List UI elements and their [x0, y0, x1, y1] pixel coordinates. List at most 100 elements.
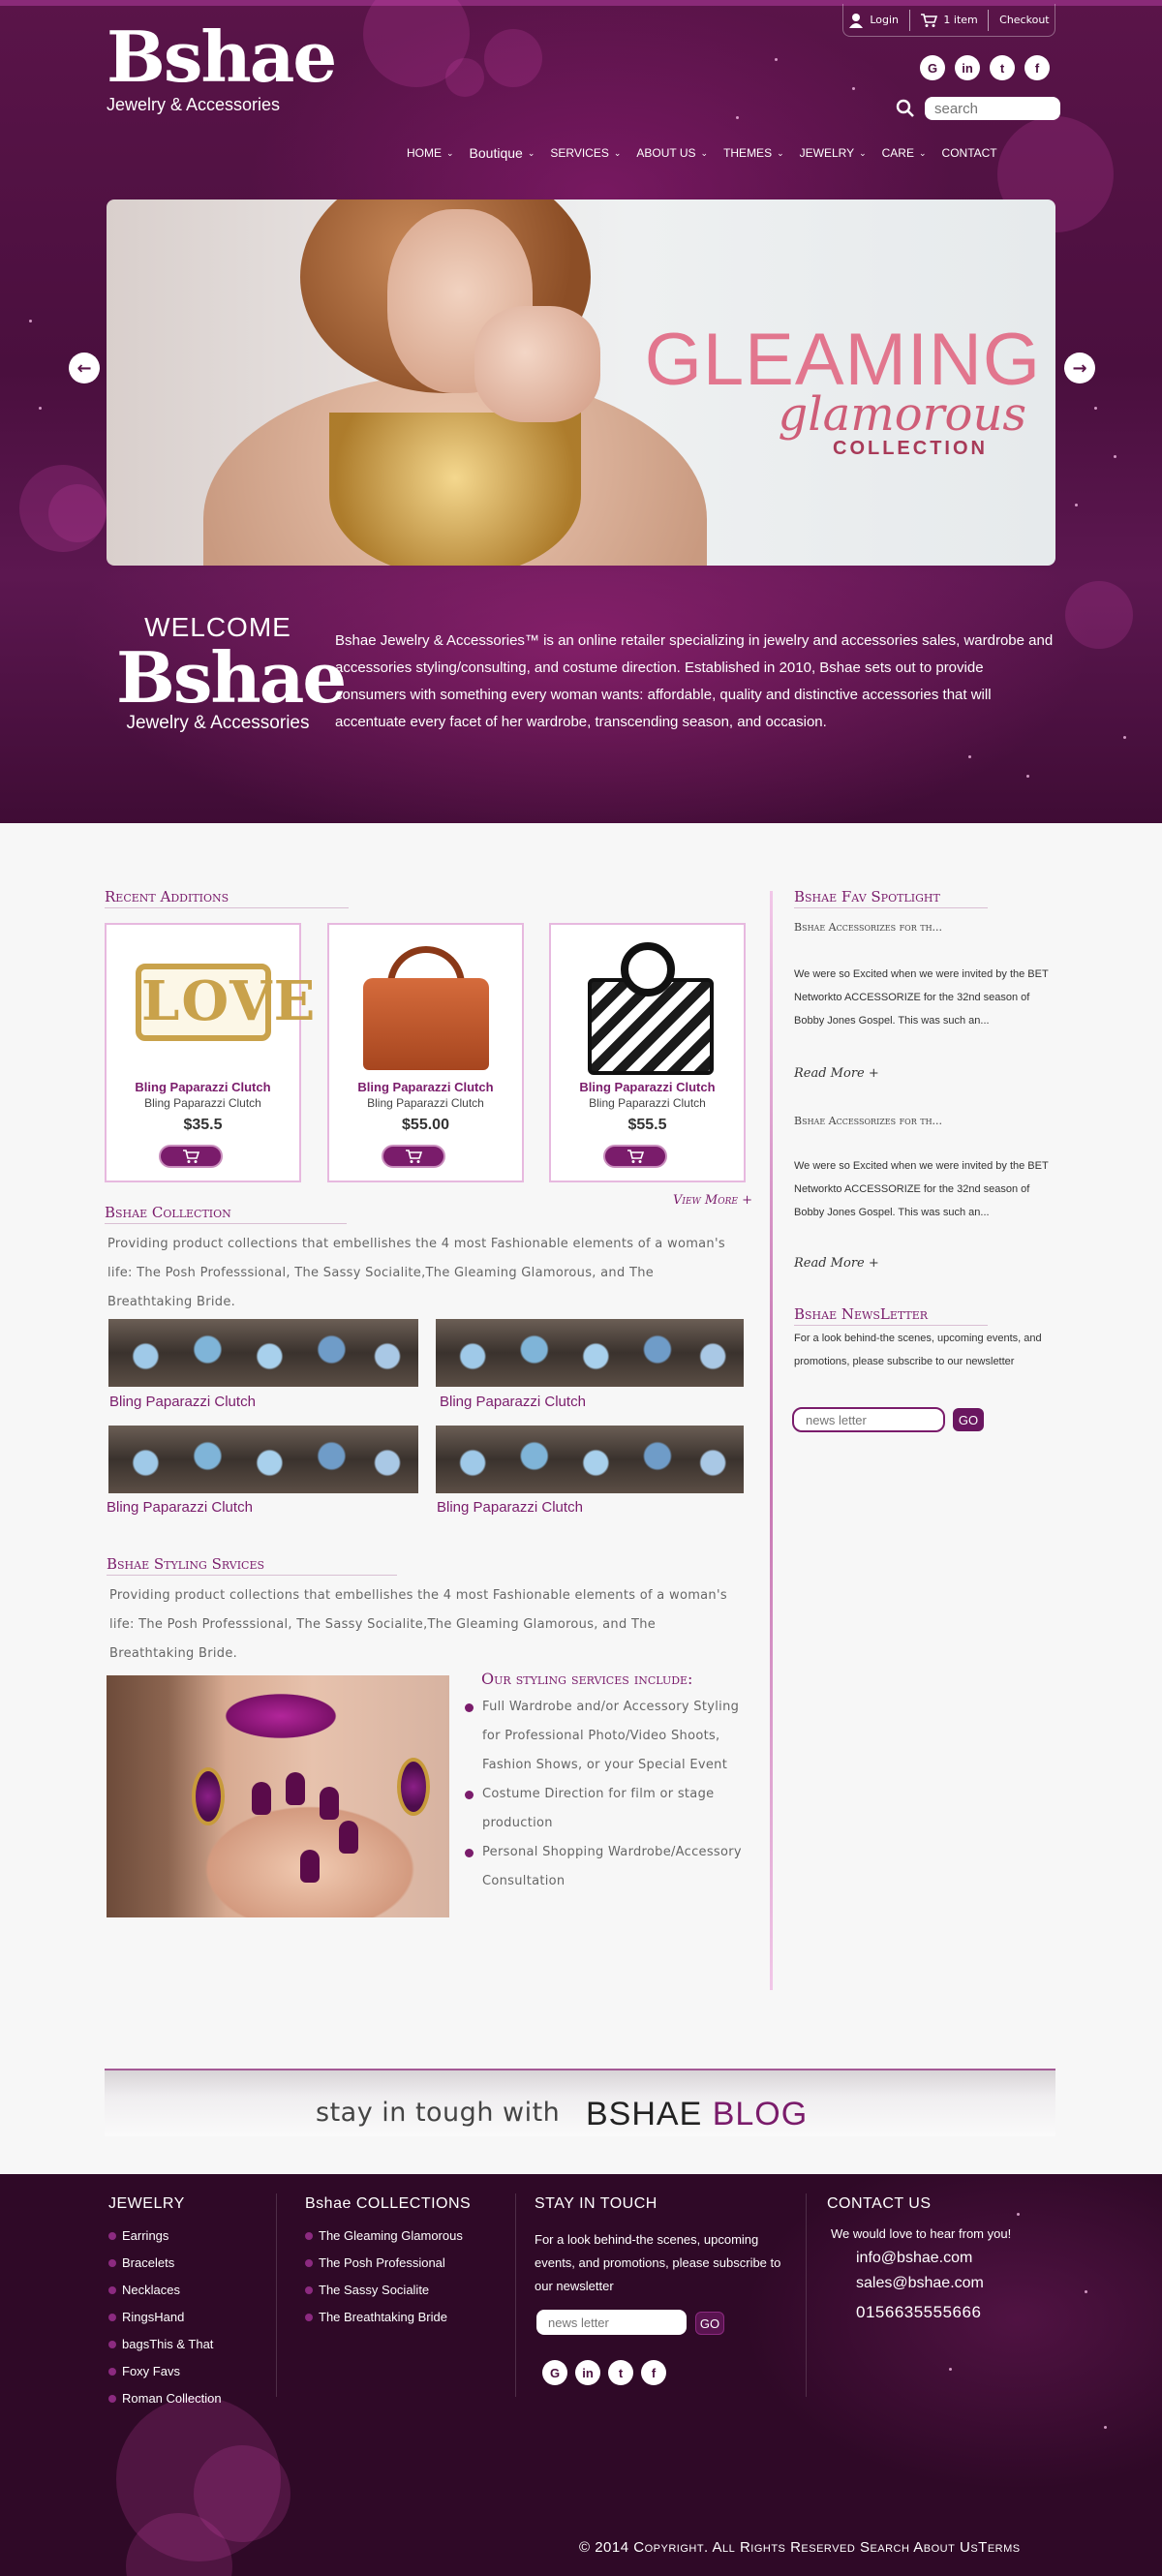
add-to-cart-button[interactable]: [603, 1145, 667, 1168]
recent-additions-title: Recent Additions: [105, 888, 349, 908]
love-cuff-image: LOVE: [136, 964, 315, 1041]
footer-link[interactable]: Necklaces: [108, 2277, 222, 2304]
nav-label: ABOUT US: [636, 146, 696, 160]
footer-divider: [806, 2193, 807, 2397]
product-subtitle: Bling Paparazzi Clutch: [589, 1096, 706, 1110]
nav-contact[interactable]: CONTACT: [942, 145, 997, 161]
collection-caption[interactable]: Bling Paparazzi Clutch: [440, 1394, 586, 1410]
product-card[interactable]: Bling Paparazzi Clutch Bling Paparazzi C…: [549, 923, 746, 1182]
bokeh-decoration: [445, 58, 484, 97]
footer-link[interactable]: The Sassy Socialite: [305, 2277, 471, 2304]
slide-script: glamorous: [778, 387, 1027, 442]
nail-decoration: [300, 1850, 320, 1883]
blog-lead: stay in tough with: [316, 2098, 561, 2128]
footer-link[interactable]: The Breathtaking Bride: [305, 2304, 471, 2331]
nav-home[interactable]: HOME ⌄: [407, 145, 454, 161]
list-item: Personal Shopping Wardrobe/Accessory Con…: [465, 1838, 746, 1896]
sparkle: [1094, 407, 1097, 410]
login-link[interactable]: Login: [848, 13, 899, 28]
footer-go-button[interactable]: GO: [695, 2312, 724, 2335]
spotlight-post-heading[interactable]: Bshae Accessorizes for th...: [794, 921, 942, 934]
product-price: $35.5: [183, 1117, 223, 1133]
blog-brand-name: BSHAE: [586, 2096, 703, 2132]
footer-link[interactable]: RingsHand: [108, 2304, 222, 2331]
slide-subline: COLLECTION: [833, 438, 988, 459]
copyright-text: © 2014 Copyright. All Rights Reserved Se…: [579, 2539, 1021, 2556]
linkedin-icon[interactable]: in: [955, 55, 980, 80]
main-nav: HOME ⌄ Boutique ⌄ SERVICES ⌄ ABOUT US ⌄ THEM…: [407, 145, 997, 161]
footer-link[interactable]: Foxy Favs: [108, 2358, 222, 2385]
collection-image[interactable]: [436, 1426, 744, 1493]
footer-email-link[interactable]: info@bshae.com: [856, 2246, 1079, 2271]
footer-link[interactable]: The Posh Professional: [305, 2250, 471, 2277]
bokeh-decoration: [484, 29, 542, 87]
checkout-link[interactable]: Checkout: [999, 14, 1049, 26]
spotlight-post-heading[interactable]: Bshae Accessorizes for th...: [794, 1115, 942, 1127]
view-more-link[interactable]: View More +: [673, 1193, 752, 1208]
product-price: $55.00: [402, 1117, 449, 1133]
nav-themes[interactable]: THEMES ⌄: [723, 145, 784, 161]
footer-phone: 0156635555666: [856, 2303, 982, 2321]
sparkle: [949, 2368, 952, 2371]
collection-caption[interactable]: Bling Paparazzi Clutch: [109, 1394, 256, 1410]
collection-image[interactable]: [436, 1319, 744, 1387]
read-more-link[interactable]: Read More +: [794, 1256, 879, 1271]
collection-image[interactable]: [108, 1426, 418, 1493]
footer-link[interactable]: Bracelets: [108, 2250, 222, 2277]
newsletter-go-button[interactable]: GO: [953, 1408, 984, 1431]
nav-services[interactable]: SERVICES ⌄: [550, 145, 621, 161]
google-plus-icon[interactable]: G: [920, 55, 945, 80]
footer-link[interactable]: Earrings: [108, 2223, 222, 2250]
footer-divider: [515, 2193, 516, 2397]
collection-caption[interactable]: Bling Paparazzi Clutch: [437, 1499, 583, 1516]
twitter-icon[interactable]: t: [990, 55, 1015, 80]
nav-label: THEMES: [723, 146, 773, 160]
nav-boutique[interactable]: Boutique ⌄: [470, 145, 535, 161]
divider: [988, 9, 990, 31]
footer-link[interactable]: bagsThis & That: [108, 2331, 222, 2358]
product-card[interactable]: LOVE Bling Paparazzi Clutch Bling Papara…: [105, 923, 315, 1182]
product-image: [570, 935, 725, 1075]
product-card[interactable]: Bling Paparazzi Clutch Bling Paparazzi C…: [327, 923, 524, 1182]
blog-banner[interactable]: stay in tough with BSHAE BLOG: [105, 2069, 1055, 2136]
nav-care[interactable]: CARE ⌄: [882, 145, 927, 161]
footer-newsletter-input[interactable]: [536, 2310, 687, 2335]
slider-next-arrow-icon[interactable]: →: [1064, 353, 1095, 383]
collection-image[interactable]: [108, 1319, 418, 1387]
twitter-icon[interactable]: t: [608, 2360, 633, 2385]
facebook-icon[interactable]: f: [1024, 55, 1050, 80]
sparkle: [1075, 504, 1078, 506]
footer: JEWELRY Earrings Bracelets Necklaces Rin…: [0, 2174, 1162, 2576]
footer-link[interactable]: Roman Collection: [108, 2385, 222, 2412]
styling-image: [107, 1675, 449, 1917]
styling-list-title: Our styling services include:: [481, 1670, 693, 1688]
google-plus-icon[interactable]: G: [542, 2360, 567, 2385]
add-to-cart-button[interactable]: [382, 1145, 445, 1168]
collection-caption[interactable]: Bling Paparazzi Clutch: [107, 1499, 253, 1516]
footer-link[interactable]: The Gleaming Glamorous: [305, 2223, 471, 2250]
add-to-cart-button[interactable]: [159, 1145, 223, 1168]
footer-email-link[interactable]: sales@bshae.com: [856, 2271, 1079, 2296]
nail-decoration: [320, 1787, 339, 1820]
spotlight-post-text: We were so Excited when we were invited …: [794, 968, 1049, 1027]
slider-prev-arrow-icon[interactable]: ←: [69, 353, 100, 383]
nav-jewelry[interactable]: JEWELRY ⌄: [800, 145, 867, 161]
newsletter-email-input[interactable]: [792, 1407, 945, 1432]
cart-link[interactable]: 1 item: [920, 13, 978, 28]
facebook-icon[interactable]: f: [641, 2360, 666, 2385]
search-icon[interactable]: [896, 99, 915, 118]
footer-contact-lead: We would love to hear from you!: [831, 2226, 1012, 2241]
read-more-link[interactable]: Read More +: [794, 1066, 879, 1081]
nav-about-us[interactable]: ABOUT US ⌄: [636, 145, 708, 161]
styling-text: Providing product collections that embel…: [109, 1588, 727, 1661]
site-logo[interactable]: Bshae Jewelry & Accessories: [107, 19, 337, 115]
search-input[interactable]: [925, 97, 1060, 120]
linkedin-icon[interactable]: in: [575, 2360, 600, 2385]
product-name: Bling Paparazzi Clutch: [579, 1080, 716, 1094]
collection-text: Providing product collections that embel…: [107, 1237, 725, 1309]
hero-slider[interactable]: GLEAMING glamorous COLLECTION: [107, 199, 1055, 566]
nav-label: CARE: [881, 146, 914, 160]
footer-collections-column: Bshae COLLECTIONS The Gleaming Glamorous…: [305, 2195, 471, 2331]
sparkle: [1123, 736, 1126, 739]
product-name: Bling Paparazzi Clutch: [357, 1080, 494, 1094]
